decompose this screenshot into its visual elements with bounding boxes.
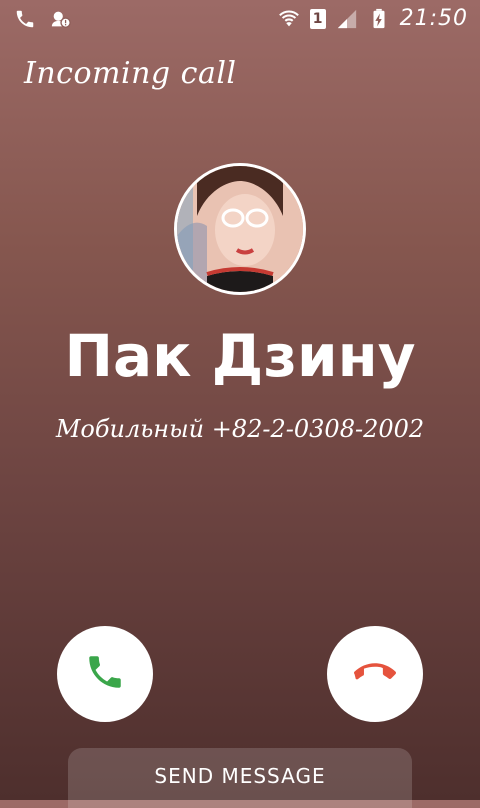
answer-call-button[interactable] [57,626,153,722]
clock-time: 21:50 [399,6,468,31]
contact-alert-icon [50,8,72,30]
caller-number-line: Мобильный +82-2-0308-2002 [55,415,425,443]
wifi-icon [278,8,300,30]
caller-avatar [174,163,306,295]
incoming-call-heading: Incoming call [24,56,237,91]
caller-name: Пак Дзину [64,322,416,390]
sim-slot-badge: 1 [309,8,326,29]
battery-charging-icon [368,8,390,30]
send-message-button[interactable]: SEND MESSAGE [68,748,412,808]
signal-icon [336,8,358,30]
phone-icon [14,8,36,30]
status-left-icons [14,8,72,30]
decline-call-button[interactable] [327,626,423,722]
phone-answer-icon [84,651,126,697]
status-bar: 1 21:50 [0,0,480,38]
phone-hangup-icon [354,651,396,697]
avatar-photo [177,166,303,292]
status-right-icons: 1 21:50 [278,6,468,31]
